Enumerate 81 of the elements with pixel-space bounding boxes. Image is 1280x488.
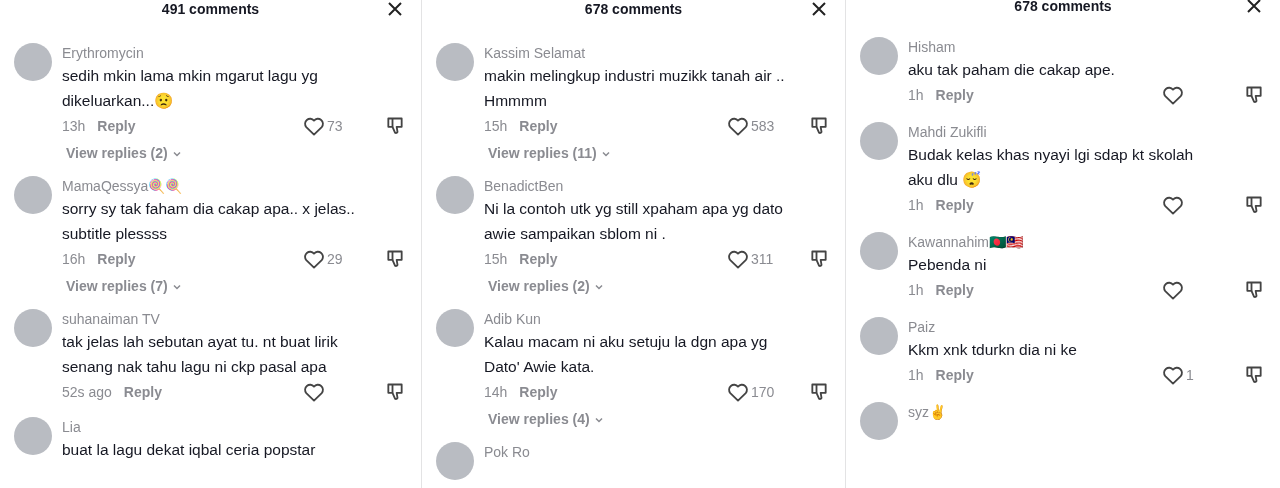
close-icon[interactable] [1246,0,1262,14]
comment-text: Kalau macam ni aku setuju la dgn apa yg Dato' Awie kata. [484,332,769,377]
reply-link[interactable]: Reply [97,248,136,270]
reply-link[interactable]: Reply [519,381,558,403]
dislike-icon[interactable] [809,116,829,136]
timestamp: 1h [908,85,924,105]
comments-count-title: 678 comments [584,1,683,17]
heart-icon[interactable] [727,116,749,136]
dislike-icon[interactable] [385,249,405,269]
like-count: 583 [751,116,775,136]
like-count: 29 [327,249,343,269]
reply-link[interactable]: Reply [519,248,558,270]
heart-icon[interactable] [1162,85,1184,105]
heart-icon[interactable] [303,382,325,402]
reply-link[interactable]: Reply [935,364,974,386]
username[interactable]: Erythromycin [62,43,405,63]
username[interactable]: Pok Ro [484,442,829,462]
username[interactable]: Mahdi Zukifli [908,122,1264,142]
reply-link[interactable]: Reply [935,279,974,301]
reply-link[interactable]: Reply [123,381,162,403]
heart-icon[interactable] [1162,280,1184,300]
username[interactable]: Paiz [908,317,1264,337]
heart-icon[interactable] [1162,365,1184,385]
view-replies-link[interactable]: View replies (11) [488,143,611,164]
close-icon[interactable] [811,1,827,17]
reply-link[interactable]: Reply [97,115,136,137]
timestamp: 1h [908,280,924,300]
username[interactable]: Adib Kun [484,309,829,329]
timestamp: 15h [484,249,508,269]
dislike-icon[interactable] [1244,365,1264,385]
username[interactable]: suhanaiman TV [62,309,405,329]
heart-icon[interactable] [727,382,749,402]
username[interactable]: Hisham [908,37,1264,57]
dislike-icon[interactable] [1244,85,1264,105]
dislike-icon[interactable] [385,116,405,136]
comment-text: Pebenda ni [908,255,988,275]
comment-text: Ni la contoh utk yg still xpaham apa yg dato awie sampaikan sblom ni . [484,199,784,244]
comment-text: Kkm xnk tdurkn dia ni ke [908,340,1078,360]
timestamp: 16h [62,249,86,269]
comment-text: aku tak paham die cakap ape. [908,60,1116,80]
like-count: 170 [751,382,775,402]
comment-text: makin melingkup industri muzikk tanah air .. Hmmmm [484,66,786,111]
dislike-icon[interactable] [809,249,829,269]
dislike-icon[interactable] [1244,280,1264,300]
timestamp: 13h [62,116,86,136]
heart-icon[interactable] [303,249,325,269]
timestamp: 15h [484,116,508,136]
heart-icon[interactable] [1162,195,1184,215]
view-replies-link[interactable]: View replies (2) [66,143,182,164]
comment-text: buat la lagu dekat iqbal ceria popstar [62,440,317,460]
timestamp: 1h [908,195,924,215]
view-replies-link[interactable]: View replies (4) [488,409,604,430]
timestamp: 52s ago [62,382,112,402]
username[interactable]: Lia [62,417,405,437]
like-count: 1 [1186,365,1194,385]
reply-link[interactable]: Reply [935,84,974,106]
timestamp: 14h [484,382,508,402]
heart-icon[interactable] [303,116,325,136]
username[interactable]: syz✌ [908,402,1264,422]
username[interactable]: Kawannahim🇧🇩🇲🇾 [908,232,1264,252]
comments-count-title: 678 comments [1014,0,1112,14]
dislike-icon[interactable] [385,382,405,402]
like-count: 311 [751,249,774,269]
dislike-icon[interactable] [1244,195,1264,215]
like-count: 73 [327,116,343,136]
username[interactable]: MamaQessya🍭🍭 [62,176,405,196]
close-icon[interactable] [387,1,403,17]
dislike-icon[interactable] [809,382,829,402]
comments-count-title: 491 comments [161,1,260,17]
comment-text: sorry sy tak faham dia cakap apa.. x jelas.. subtitle plessss [62,199,356,244]
comment-text: sedih mkin lama mkin mgarut lagu yg dikeluarkan...😟 [62,66,319,111]
view-replies-link[interactable]: View replies (7) [66,276,182,297]
comment-text: tak jelas lah sebutan ayat tu. nt buat lirik senang nak tahu lagu ni ckp pasal apa [62,332,339,377]
comment-text: Budak kelas khas nyayi lgi sdap kt skolah aku dlu 😴 [908,145,1195,190]
username[interactable]: Kassim Selamat [484,43,829,63]
reply-link[interactable]: Reply [935,194,974,216]
heart-icon[interactable] [727,249,749,269]
username[interactable]: BenadictBen [484,176,829,196]
reply-link[interactable]: Reply [519,115,558,137]
view-replies-link[interactable]: View replies (2) [488,276,604,297]
timestamp: 1h [908,365,924,385]
